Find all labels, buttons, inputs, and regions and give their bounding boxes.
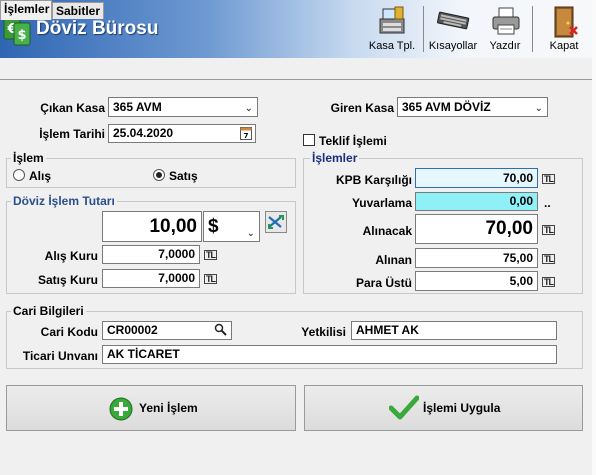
- window-edge: [592, 0, 596, 475]
- cari-kodu-value: CR00002: [107, 323, 158, 337]
- ticari-unvani-label: Ticari Unvanı: [22, 349, 98, 363]
- cikan-kasa-select[interactable]: 365 AVM ⌄: [108, 97, 258, 117]
- tl-badge: TL: [542, 254, 555, 264]
- alinacak-field[interactable]: 70,00: [415, 214, 538, 244]
- printer-icon: [492, 7, 520, 35]
- satis-kuru-label: Satış Kuru: [37, 273, 98, 287]
- satis-kuru-field[interactable]: 7,0000: [102, 269, 200, 288]
- calendar-icon[interactable]: 7: [240, 126, 252, 142]
- tl-badge: TL: [542, 225, 555, 235]
- cash-register-icon: [379, 6, 405, 34]
- doviz-amount-input[interactable]: 10,00: [102, 211, 202, 242]
- yuvarlama-label: Yuvarlama: [351, 196, 412, 210]
- islemi-uygula-button[interactable]: İşlemi Uygula: [304, 385, 583, 431]
- yuvarlama-dots: ..: [544, 196, 551, 210]
- kasa-label: Kasa Tpl.: [368, 40, 416, 52]
- yuvarlama-field[interactable]: 0,00: [415, 192, 538, 211]
- ticari-unvani-field[interactable]: AK TİCARET: [102, 345, 557, 364]
- svg-text:$: $: [17, 28, 26, 43]
- cari-group-title: Cari Bilgileri: [11, 304, 86, 318]
- giren-kasa-label: Giren Kasa: [330, 101, 394, 115]
- yeni-islem-button[interactable]: Yeni İşlem: [6, 385, 296, 431]
- plus-icon: [109, 397, 133, 421]
- toolbar-separator: [423, 6, 424, 52]
- chevron-down-icon: ⌄: [534, 103, 543, 114]
- kisayollar-label: Kısayollar: [428, 40, 478, 52]
- islemler-group-title: İşlemler: [310, 151, 360, 165]
- islem-tarihi-label: İşlem Tarihi: [39, 127, 105, 141]
- tl-badge: TL: [542, 174, 555, 184]
- tab-baseline: [0, 79, 596, 80]
- keyboard-icon: [436, 11, 470, 30]
- yeni-islem-label: Yeni İşlem: [139, 401, 198, 415]
- svg-text:7: 7: [244, 132, 249, 140]
- swap-button[interactable]: [265, 211, 287, 233]
- satis-radio[interactable]: [153, 169, 165, 181]
- teklif-checkbox[interactable]: [303, 134, 315, 146]
- yetkilisi-label: Yetkilisi: [301, 325, 346, 339]
- alinan-field[interactable]: 75,00: [415, 248, 538, 268]
- search-icon[interactable]: [214, 323, 228, 339]
- yazdir-button[interactable]: Yazdır: [482, 2, 528, 56]
- alinacak-label: Alınacak: [362, 224, 412, 238]
- giren-kasa-value: 365 AVM DÖVİZ: [402, 100, 491, 114]
- tab-sabitler[interactable]: Sabitler: [52, 2, 104, 19]
- swap-icon: [268, 215, 284, 229]
- kapat-label: Kapat: [549, 40, 579, 52]
- para-ustu-field[interactable]: 5,00: [415, 271, 538, 291]
- kpb-field[interactable]: 70,00: [415, 168, 538, 188]
- alis-kuru-label: Alış Kuru: [44, 249, 98, 263]
- app-title: Döviz Bürosu: [36, 18, 159, 39]
- kapat-button[interactable]: Kapat: [540, 2, 588, 56]
- yetkilisi-field[interactable]: AHMET AK: [351, 321, 557, 340]
- satis-radio-label: Satış: [169, 169, 198, 183]
- alis-kuru-field[interactable]: 7,0000: [102, 245, 200, 264]
- check-icon: [389, 395, 419, 420]
- cikan-kasa-value: 365 AVM: [113, 100, 162, 114]
- tl-badge: TL: [542, 277, 555, 287]
- doviz-group-title: Döviz İşlem Tutarı: [11, 194, 117, 208]
- teklif-label: Teklif İşlemi: [319, 134, 387, 148]
- para-ustu-label: Para Üstü: [355, 276, 412, 290]
- islem-group-title: İşlem: [11, 151, 46, 165]
- exit-door-icon: [554, 6, 578, 38]
- kasa-button[interactable]: Kasa Tpl.: [366, 2, 418, 56]
- currency-select[interactable]: $ ⌄: [203, 211, 260, 242]
- cikan-kasa-label: Çıkan Kasa: [40, 101, 105, 115]
- chevron-down-icon: ⌄: [246, 228, 255, 239]
- kpb-label: KPB Karşılığı: [335, 173, 412, 187]
- cari-kodu-label: Cari Kodu: [40, 325, 98, 339]
- alis-radio[interactable]: [13, 169, 25, 181]
- tl-badge: TL: [204, 250, 217, 260]
- giren-kasa-select[interactable]: 365 AVM DÖVİZ ⌄: [397, 97, 548, 117]
- toolbar-separator: [532, 6, 533, 52]
- currency-value: $: [208, 216, 219, 237]
- islem-tarihi-field[interactable]: 25.04.2020 7: [108, 124, 256, 143]
- cari-kodu-field[interactable]: CR00002: [102, 321, 232, 340]
- islem-tarihi-value: 25.04.2020: [113, 126, 174, 140]
- kisayollar-button[interactable]: Kısayollar: [426, 2, 480, 56]
- yazdir-label: Yazdır: [489, 40, 521, 52]
- tl-badge: TL: [204, 274, 217, 284]
- alis-radio-label: Alış: [29, 169, 52, 183]
- alinan-label: Alınan: [375, 253, 412, 267]
- tab-islemler[interactable]: İşlemler: [0, 0, 52, 20]
- chevron-down-icon: ⌄: [244, 103, 253, 114]
- islemi-uygula-label: İşlemi Uygula: [423, 401, 501, 415]
